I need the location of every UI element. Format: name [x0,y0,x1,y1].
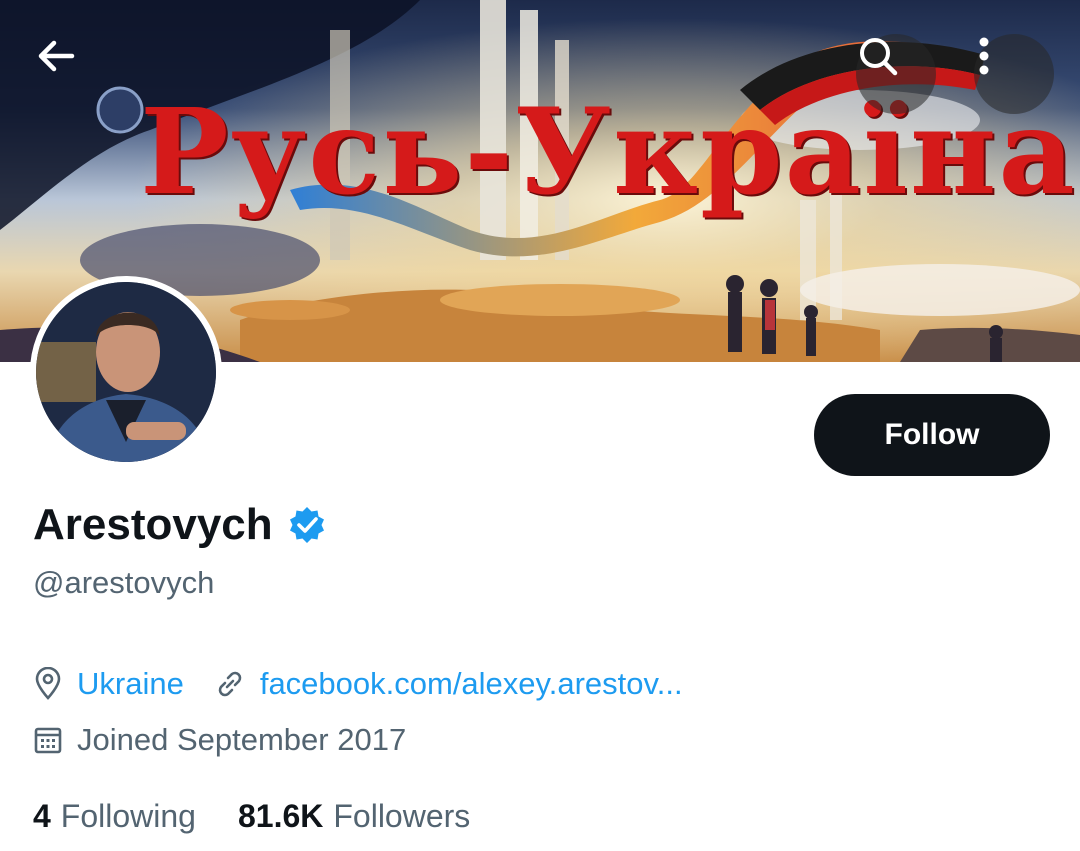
name-row: Arestovych [33,500,327,550]
follow-stats: 4 Following 81.6K Followers [33,798,470,835]
joined-row: Joined September 2017 [33,722,406,758]
followers-label: Followers [333,798,471,834]
followers-link[interactable]: 81.6K Followers [238,798,470,835]
website-link[interactable]: facebook.com/alexey.arestov... [260,666,683,702]
search-button[interactable] [856,34,936,114]
profile-meta-row: Ukraine facebook.com/alexey.arestov... [33,666,683,702]
arrow-left-icon [38,40,75,72]
location-link[interactable]: Ukraine [77,666,184,702]
avatar[interactable] [30,276,222,468]
follow-button[interactable]: Follow [814,394,1050,476]
search-icon [860,38,898,76]
more-vertical-icon [979,37,989,75]
profile-handle: @arestovych [33,565,215,600]
avatar-photo [36,282,216,462]
more-options-button[interactable] [974,34,1054,114]
calendar-icon [34,727,62,754]
banner-title: Русь-Україна [140,82,1077,221]
following-label: Following [60,798,196,834]
link-icon [218,671,242,697]
location-pin-icon [35,667,61,700]
following-link[interactable]: 4 Following [33,798,196,835]
joined-date: Joined September 2017 [77,722,407,757]
followers-count: 81.6K [237,798,324,834]
display-name: Arestovych [33,500,273,549]
verified-badge-icon[interactable] [287,505,327,545]
back-button[interactable] [34,34,114,114]
following-count: 4 [33,798,51,834]
